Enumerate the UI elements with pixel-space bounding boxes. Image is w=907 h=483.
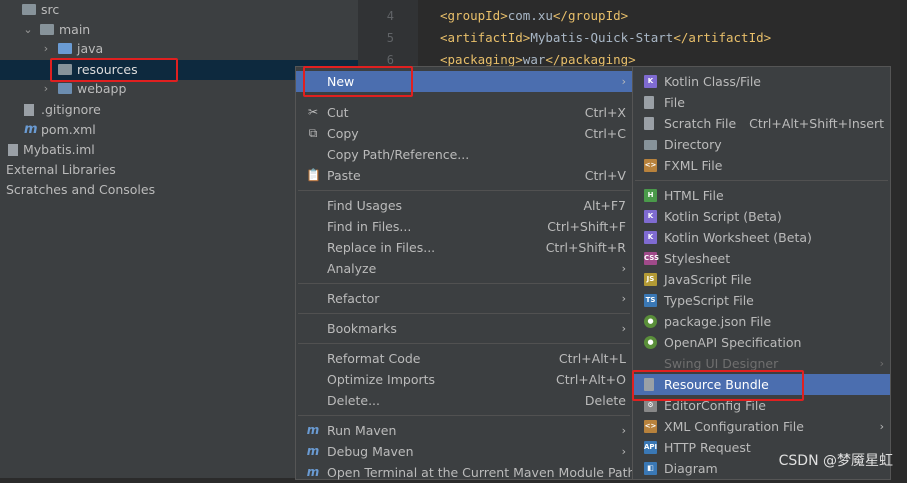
menu-separator [298, 343, 630, 344]
code-line: <artifactId>Mybatis-Quick-Start</artifac… [440, 30, 772, 45]
menu-item-find-in-files[interactable]: Find in Files... Ctrl+Shift+F [296, 216, 632, 237]
tree-item-main[interactable]: ⌄ main [0, 20, 358, 40]
annotation-box-new [303, 66, 413, 97]
api-icon: API [644, 441, 657, 454]
submenu-item-javascript[interactable]: JS JavaScript File [633, 269, 890, 290]
chevron-right-icon: › [621, 292, 626, 305]
menu-item-cut[interactable]: ✂ Cut Ctrl+X [296, 102, 632, 123]
menu-item-reformat-code[interactable]: Reformat Code Ctrl+Alt+L [296, 348, 632, 369]
menu-separator [298, 283, 630, 284]
submenu-item-fxml[interactable]: <> FXML File [633, 155, 890, 176]
file-icon [644, 96, 654, 109]
new-submenu: K Kotlin Class/File File Scratch File Ctrl… [632, 66, 891, 480]
chevron-down-icon[interactable]: ⌄ [22, 20, 34, 40]
submenu-item-kotlin-class[interactable]: K Kotlin Class/File [633, 71, 890, 92]
folder-icon [22, 4, 36, 15]
submenu-item-package-json[interactable]: ● package.json File [633, 311, 890, 332]
menu-item-open-terminal[interactable]: m Open Terminal at the Current Maven Mod… [296, 462, 636, 483]
submenu-item-openapi[interactable]: ● OpenAPI Specification [633, 332, 890, 353]
folder-icon [644, 140, 657, 150]
menu-item-bookmarks[interactable]: Bookmarks › [296, 318, 632, 339]
clipboard-icon: 📋 [306, 168, 321, 182]
chevron-right-icon: › [621, 75, 626, 88]
menu-item-delete[interactable]: Delete... Delete [296, 390, 632, 411]
openapi-icon: ● [644, 336, 657, 349]
context-menu: New › ✂ Cut Ctrl+X ⧉ Copy Ctrl+C Copy Path/… [295, 66, 636, 483]
menu-separator [298, 313, 630, 314]
submenu-item-stylesheet[interactable]: CSS Stylesheet [633, 248, 890, 269]
html-icon: H [644, 189, 657, 202]
menu-item-copy[interactable]: ⧉ Copy Ctrl+C [296, 123, 632, 144]
tree-item-java[interactable]: › java [0, 39, 358, 59]
diagram-icon: ◧ [644, 462, 657, 475]
nodejs-icon: ● [644, 315, 657, 328]
submenu-item-file[interactable]: File [633, 92, 890, 113]
chevron-right-icon: › [621, 445, 626, 458]
chevron-right-icon: › [621, 424, 626, 437]
submenu-item-kotlin-script[interactable]: K Kotlin Script (Beta) [633, 206, 890, 227]
line-number: 4 [386, 9, 394, 23]
copy-icon: ⧉ [308, 126, 318, 140]
file-icon [24, 104, 34, 116]
folder-icon [40, 24, 54, 35]
code-line: <groupId>com.xu</groupId> [440, 8, 629, 23]
submenu-item-html[interactable]: H HTML File [633, 185, 890, 206]
menu-item-copy-path[interactable]: Copy Path/Reference... [296, 144, 632, 165]
chevron-right-icon[interactable]: › [40, 39, 52, 59]
chevron-right-icon: › [621, 322, 626, 335]
menu-item-debug-maven[interactable]: m Debug Maven › [296, 441, 632, 462]
annotation-box-resources [50, 58, 178, 82]
submenu-item-xml-config[interactable]: <> XML Configuration File › [633, 416, 890, 437]
line-number: 5 [386, 31, 394, 45]
fxml-icon: <> [644, 159, 657, 172]
source-folder-icon [58, 43, 72, 54]
code-line: <packaging>war</packaging> [440, 52, 636, 67]
kotlin-script-icon: K [644, 210, 657, 223]
submenu-item-directory[interactable]: Directory [633, 134, 890, 155]
chevron-right-icon: › [879, 357, 884, 370]
maven-terminal-icon: m [306, 465, 320, 479]
menu-separator [298, 415, 630, 416]
menu-separator [635, 180, 888, 181]
web-folder-icon [58, 83, 72, 94]
menu-item-paste[interactable]: 📋 Paste Ctrl+V [296, 165, 632, 186]
chevron-right-icon: › [621, 262, 626, 275]
menu-item-replace-in-files[interactable]: Replace in Files... Ctrl+Shift+R [296, 237, 632, 258]
menu-item-optimize-imports[interactable]: Optimize Imports Ctrl+Alt+O [296, 369, 632, 390]
submenu-item-scratch-file[interactable]: Scratch File Ctrl+Alt+Shift+Insert [633, 113, 890, 134]
annotation-box-resource-bundle [632, 370, 804, 401]
typescript-icon: TS [644, 294, 657, 307]
maven-debug-icon: m [306, 444, 320, 458]
watermark: CSDN @梦魇星虹 [778, 453, 893, 469]
submenu-item-kotlin-worksheet[interactable]: K Kotlin Worksheet (Beta) [633, 227, 890, 248]
menu-separator [298, 190, 630, 191]
maven-run-icon: m [306, 423, 320, 437]
menu-item-refactor[interactable]: Refactor › [296, 288, 632, 309]
menu-item-analyze[interactable]: Analyze › [296, 258, 632, 279]
kotlin-worksheet-icon: K [644, 231, 657, 244]
chevron-right-icon[interactable]: › [40, 79, 52, 99]
submenu-item-typescript[interactable]: TS TypeScript File [633, 290, 890, 311]
scissors-icon: ✂ [307, 105, 319, 119]
css-icon: CSS [644, 252, 659, 265]
menu-item-find-usages[interactable]: Find Usages Alt+F7 [296, 195, 632, 216]
line-number: 6 [386, 53, 394, 67]
scratch-file-icon [644, 117, 654, 130]
tree-item-src[interactable]: src [0, 0, 358, 20]
maven-icon: m [24, 122, 38, 137]
kotlin-icon: K [644, 75, 657, 88]
chevron-right-icon: › [879, 420, 884, 433]
menu-item-run-maven[interactable]: m Run Maven › [296, 420, 632, 441]
module-file-icon [8, 144, 18, 156]
xml-icon: <> [644, 420, 657, 433]
javascript-icon: JS [644, 273, 657, 286]
